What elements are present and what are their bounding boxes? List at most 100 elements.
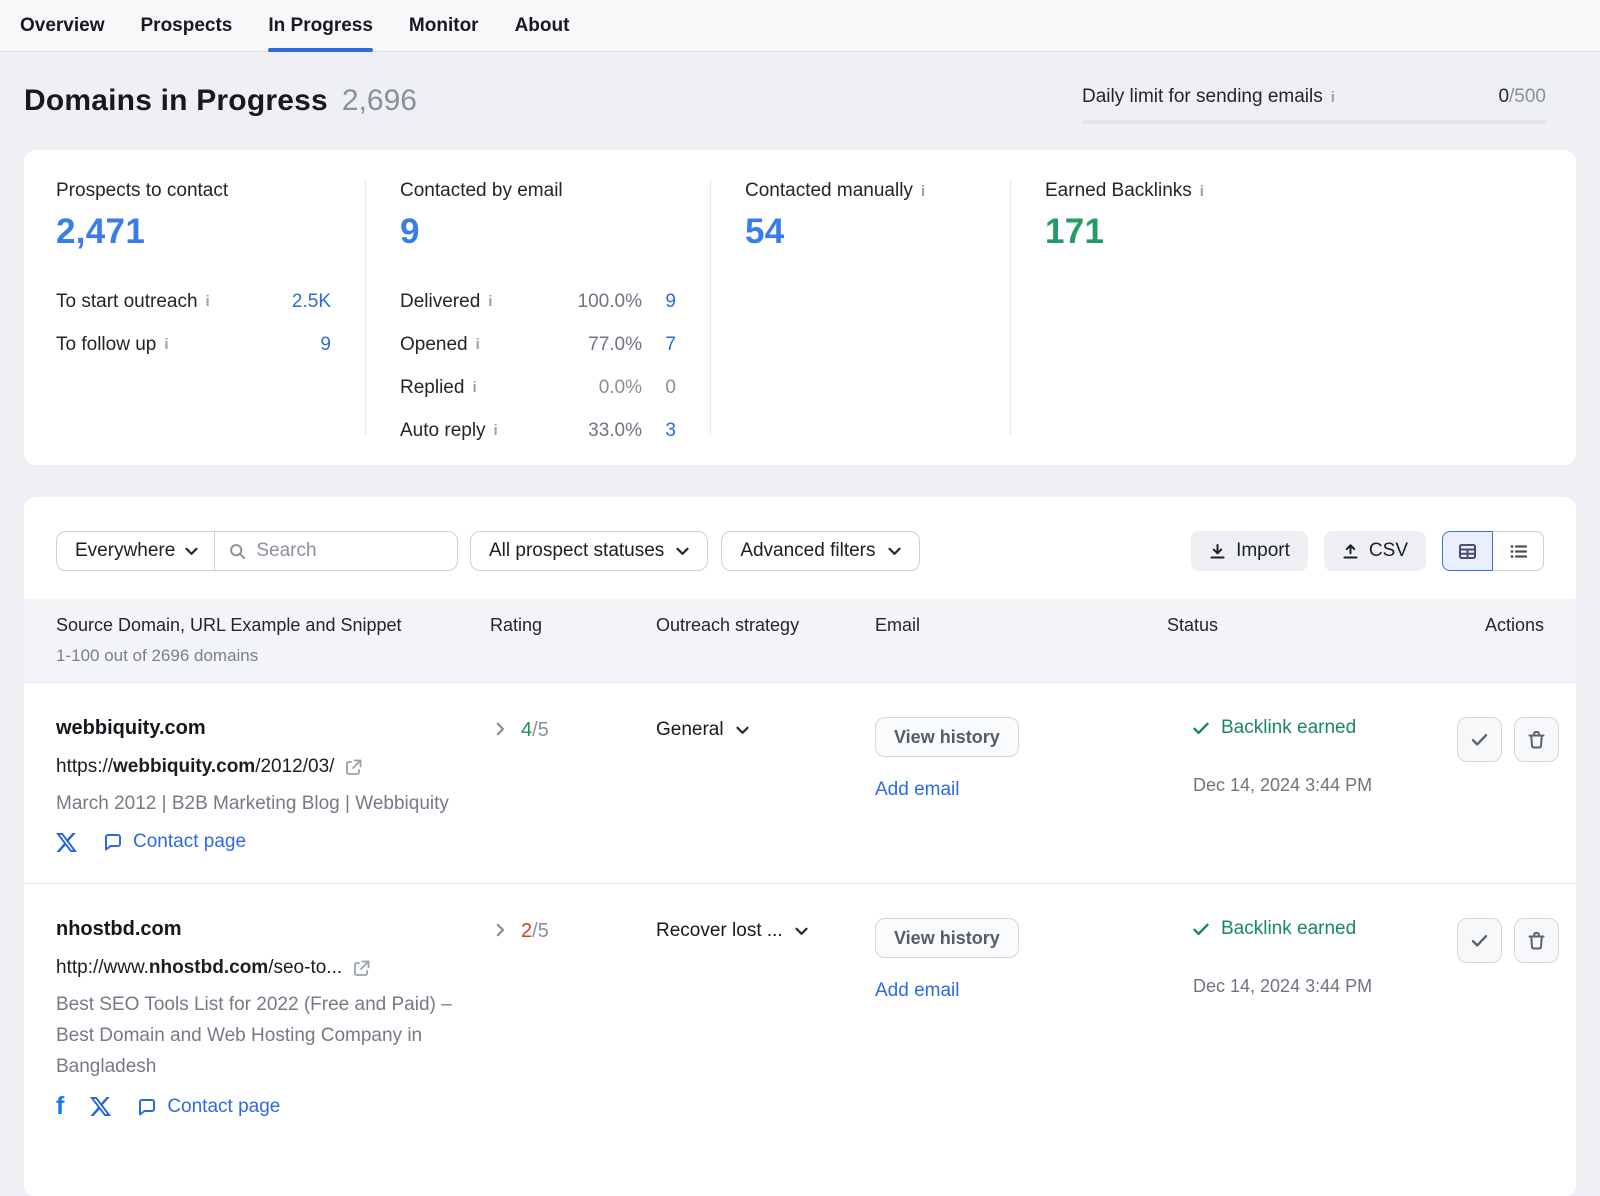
stat-row-value-link[interactable]: 2.5K bbox=[292, 291, 331, 313]
domain-name: webbiquity.com bbox=[56, 717, 490, 740]
view-history-button[interactable]: View history bbox=[875, 918, 1019, 958]
expand-row-icon[interactable] bbox=[496, 722, 505, 736]
stat-label: Earned Backlinks i bbox=[1045, 180, 1542, 202]
info-icon[interactable]: i bbox=[1200, 184, 1204, 199]
info-icon[interactable]: i bbox=[472, 380, 476, 395]
x-twitter-icon[interactable] bbox=[90, 1096, 111, 1117]
stat-row-to-follow-up: To follow up i 9 bbox=[56, 323, 331, 366]
daily-limit-value: 0/500 bbox=[1498, 86, 1546, 108]
strategy-dropdown[interactable]: Recover lost ... bbox=[656, 918, 875, 942]
external-link-icon[interactable] bbox=[344, 758, 363, 777]
info-icon[interactable]: i bbox=[206, 294, 210, 309]
status-date: Dec 14, 2024 3:44 PM bbox=[1193, 775, 1457, 796]
search-icon bbox=[229, 543, 246, 560]
tab-monitor[interactable]: Monitor bbox=[409, 0, 479, 51]
stat-contacted-manually: Contacted manually i 54 bbox=[710, 180, 1010, 435]
page-snippet: March 2012 | B2B Marketing Blog | Webbiq… bbox=[56, 788, 454, 819]
stat-value: 2,471 bbox=[56, 212, 331, 252]
stat-row-value-link[interactable]: 9 bbox=[642, 291, 676, 313]
status-badge: Backlink earned bbox=[1221, 918, 1356, 940]
external-link-icon[interactable] bbox=[352, 959, 371, 978]
tab-about[interactable]: About bbox=[515, 0, 570, 51]
contact-page-link[interactable]: Contact page bbox=[103, 831, 246, 853]
chevron-down-icon bbox=[736, 726, 749, 735]
facebook-icon[interactable]: f bbox=[56, 1094, 64, 1119]
view-history-button[interactable]: View history bbox=[875, 717, 1019, 757]
list-view-icon bbox=[1509, 542, 1528, 561]
stat-row-percent: 100.0% bbox=[578, 291, 642, 313]
info-icon[interactable]: i bbox=[164, 337, 168, 352]
stat-row-opened: Opened i 77.0% 7 bbox=[400, 323, 676, 366]
x-twitter-icon[interactable] bbox=[56, 832, 77, 853]
daily-limit-label: Daily limit for sending emails bbox=[1082, 86, 1323, 108]
search-scope-dropdown[interactable]: Everywhere bbox=[57, 532, 215, 570]
stat-label-text: Earned Backlinks bbox=[1045, 180, 1192, 202]
tab-overview[interactable]: Overview bbox=[20, 0, 105, 51]
table-range-text: 1-100 out of 2696 domains bbox=[56, 646, 490, 666]
stat-row-value-link[interactable]: 7 bbox=[642, 334, 676, 356]
search-scope-label: Everywhere bbox=[75, 540, 175, 562]
add-email-link[interactable]: Add email bbox=[875, 980, 1167, 1002]
col-header-source-domain: Source Domain, URL Example and Snippet bbox=[56, 615, 490, 636]
info-icon[interactable]: i bbox=[494, 423, 498, 438]
contact-page-link[interactable]: Contact page bbox=[137, 1096, 280, 1118]
tab-prospects[interactable]: Prospects bbox=[141, 0, 233, 51]
stat-value: 54 bbox=[745, 212, 976, 252]
col-header-rating: Rating bbox=[490, 615, 656, 636]
info-icon[interactable]: i bbox=[921, 184, 925, 199]
rating-value: 4/5 bbox=[521, 719, 549, 742]
view-toggle bbox=[1442, 531, 1544, 571]
daily-limit-progressbar bbox=[1082, 120, 1546, 124]
actions-cell bbox=[1457, 918, 1559, 1119]
stats-card: Prospects to contact 2,471 To start outr… bbox=[24, 150, 1576, 465]
rating-value: 2/5 bbox=[521, 920, 549, 943]
csv-button-label: CSV bbox=[1369, 540, 1408, 562]
add-email-link[interactable]: Add email bbox=[875, 779, 1167, 801]
page-count: 2,696 bbox=[342, 84, 417, 118]
advanced-filters-dropdown[interactable]: Advanced filters bbox=[721, 531, 919, 571]
info-icon[interactable]: i bbox=[1331, 90, 1335, 105]
stat-row-value-link[interactable]: 9 bbox=[297, 334, 331, 356]
mark-done-button[interactable] bbox=[1457, 918, 1502, 963]
tab-in-progress[interactable]: In Progress bbox=[268, 0, 373, 51]
domain-name: nhostbd.com bbox=[56, 918, 490, 941]
stat-row-label: Replied bbox=[400, 377, 464, 399]
actions-cell bbox=[1457, 717, 1559, 853]
delete-button[interactable] bbox=[1514, 717, 1559, 762]
stat-row-percent: 77.0% bbox=[588, 334, 642, 356]
status-cell: Backlink earned Dec 14, 2024 3:44 PM bbox=[1167, 717, 1457, 853]
rating-cell: 2/5 bbox=[490, 918, 656, 1119]
import-button[interactable]: Import bbox=[1191, 531, 1308, 571]
chevron-down-icon bbox=[795, 927, 808, 936]
prospect-status-filter[interactable]: All prospect statuses bbox=[470, 531, 708, 571]
table-view-button[interactable] bbox=[1442, 531, 1493, 571]
trash-icon bbox=[1528, 931, 1545, 950]
delete-button[interactable] bbox=[1514, 918, 1559, 963]
stat-row-label: To follow up bbox=[56, 334, 156, 356]
search-input[interactable] bbox=[256, 540, 443, 562]
strategy-label: Recover lost ... bbox=[656, 920, 783, 942]
check-icon bbox=[1193, 722, 1209, 735]
stat-row-delivered: Delivered i 100.0% 9 bbox=[400, 280, 676, 323]
url-example: https://webbiquity.com/2012/03/ bbox=[56, 756, 490, 778]
table-row: nhostbd.com http://www.nhostbd.com/seo-t… bbox=[24, 883, 1576, 1149]
stat-row-replied: Replied i 0.0% 0 bbox=[400, 366, 676, 409]
mark-done-button[interactable] bbox=[1457, 717, 1502, 762]
rating-cell: 4/5 bbox=[490, 717, 656, 853]
expand-row-icon[interactable] bbox=[496, 923, 505, 937]
col-header-status: Status bbox=[1167, 615, 1457, 636]
list-view-button[interactable] bbox=[1493, 531, 1544, 571]
comment-icon bbox=[103, 832, 123, 852]
trash-icon bbox=[1528, 730, 1545, 749]
csv-export-button[interactable]: CSV bbox=[1324, 531, 1426, 571]
download-icon bbox=[1209, 543, 1226, 560]
info-icon[interactable]: i bbox=[476, 337, 480, 352]
stat-row-value-link[interactable]: 3 bbox=[642, 420, 676, 442]
col-header-actions: Actions bbox=[1457, 615, 1544, 636]
stat-earned-backlinks: Earned Backlinks i 171 bbox=[1010, 180, 1576, 435]
info-icon[interactable]: i bbox=[488, 294, 492, 309]
strategy-dropdown[interactable]: General bbox=[656, 717, 875, 741]
stat-label: Contacted manually i bbox=[745, 180, 976, 202]
page-title: Domains in Progress bbox=[24, 84, 328, 118]
chevron-down-icon bbox=[185, 547, 198, 556]
